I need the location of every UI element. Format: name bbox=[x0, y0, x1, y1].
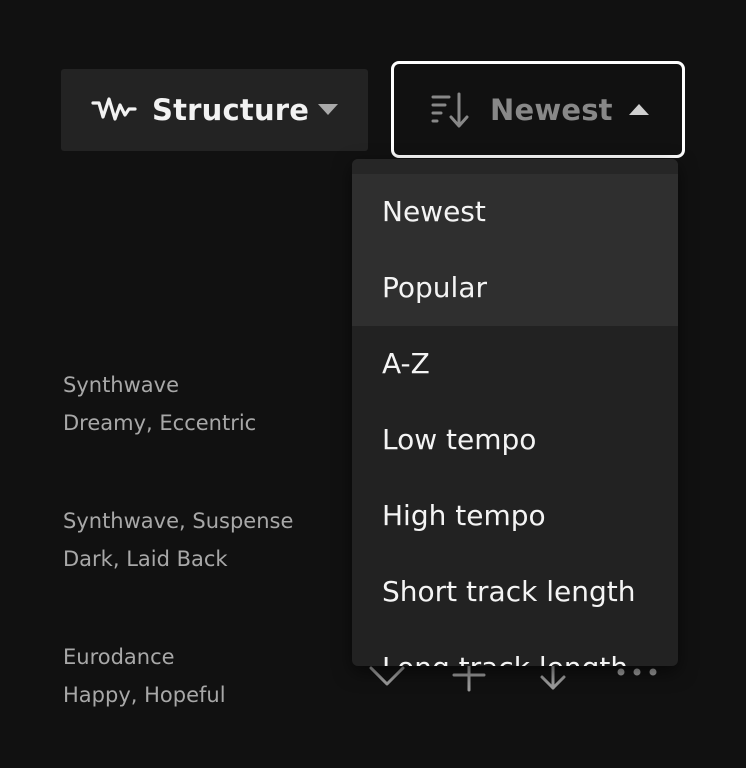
genre-tag[interactable]: Synthwave bbox=[63, 373, 179, 397]
sort-button-label: Newest bbox=[490, 93, 613, 127]
track-genres: Synthwave, Suspense bbox=[63, 509, 294, 533]
sort-option-newest[interactable]: Newest bbox=[352, 174, 678, 250]
sort-button[interactable]: Newest bbox=[391, 61, 685, 158]
genre-tag[interactable]: Suspense bbox=[192, 509, 293, 533]
sort-option-low-tempo[interactable]: Low tempo bbox=[352, 402, 678, 478]
track-row[interactable]: Synthwave Dreamy, Eccentric bbox=[63, 366, 256, 442]
mood-tag[interactable]: Happy bbox=[63, 683, 131, 707]
structure-filter-button[interactable]: Structure bbox=[61, 69, 368, 151]
sort-option-short-track-length[interactable]: Short track length bbox=[352, 554, 678, 630]
sort-option-long-track-length[interactable]: Long track length bbox=[352, 630, 678, 666]
chevron-up-icon bbox=[629, 104, 649, 115]
chevron-down-icon[interactable] bbox=[368, 663, 406, 689]
mood-tag[interactable]: Eccentric bbox=[159, 411, 256, 435]
mood-tag[interactable]: Dark bbox=[63, 547, 113, 571]
music-library-page: Structure Newest Synthwave Dreamy, Eccen… bbox=[0, 0, 746, 768]
track-moods: Dark, Laid Back bbox=[63, 547, 228, 571]
mood-tag[interactable]: Hopeful bbox=[144, 683, 225, 707]
track-row[interactable]: Synthwave, Suspense Dark, Laid Back bbox=[63, 502, 293, 578]
chevron-down-icon bbox=[318, 104, 338, 115]
more-icon[interactable] bbox=[616, 667, 658, 677]
track-genres: Synthwave bbox=[63, 366, 256, 404]
genre-tag[interactable]: Eurodance bbox=[63, 645, 175, 669]
menu-top-padding bbox=[352, 159, 678, 174]
structure-filter-label: Structure bbox=[152, 93, 310, 127]
waveform-icon bbox=[91, 97, 137, 121]
sort-option-a-z[interactable]: A-Z bbox=[352, 326, 678, 402]
sort-option-high-tempo[interactable]: High tempo bbox=[352, 478, 678, 554]
sort-dropdown-menu: Newest Popular A-Z Low tempo High tempo … bbox=[352, 159, 678, 666]
sort-option-popular[interactable]: Popular bbox=[352, 250, 678, 326]
track-moods: Dreamy, Eccentric bbox=[63, 411, 257, 435]
track-row[interactable]: Eurodance Happy, Hopeful bbox=[63, 638, 226, 714]
track-genres: Eurodance bbox=[63, 638, 226, 676]
mood-tag[interactable]: Laid Back bbox=[126, 547, 227, 571]
track-moods: Happy, Hopeful bbox=[63, 683, 226, 707]
genre-tag[interactable]: Synthwave bbox=[63, 509, 179, 533]
sort-descending-icon bbox=[431, 92, 469, 128]
mood-tag[interactable]: Dreamy bbox=[63, 411, 146, 435]
